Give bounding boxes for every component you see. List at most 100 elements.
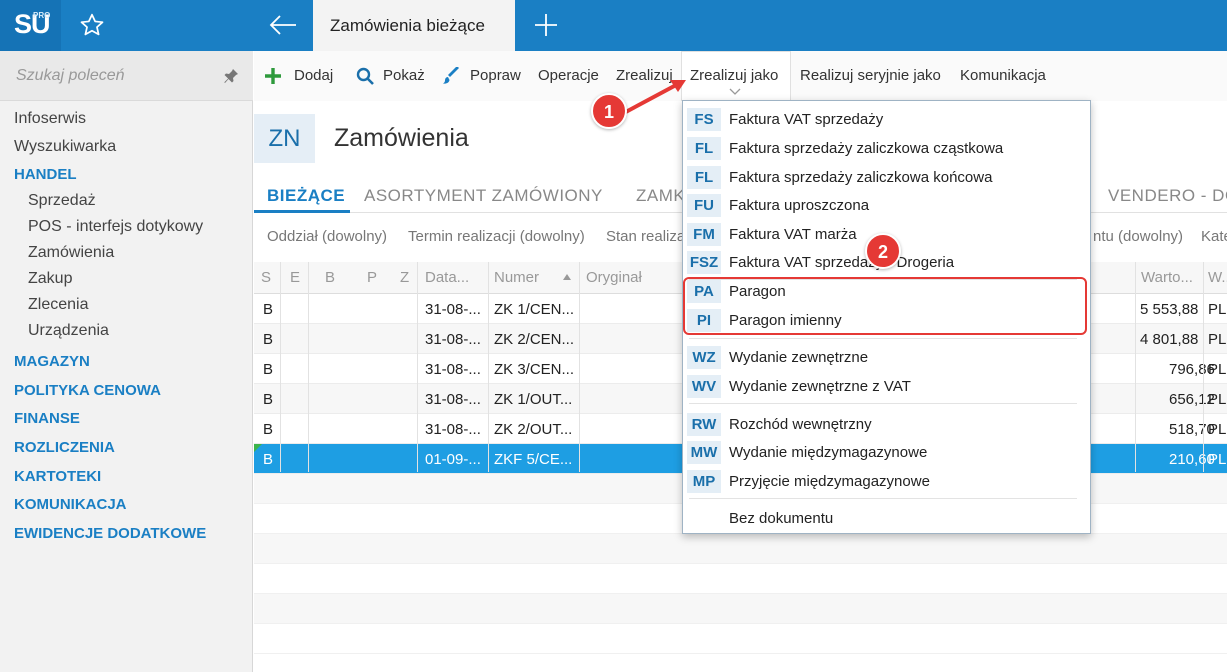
sidebar-item-urzadzenia[interactable]: Urządzenia [28,322,109,340]
tab-vendero[interactable]: VENDERO - DO [1108,186,1227,206]
menu-item-rw[interactable]: RW Rozchód wewnętrzny [683,410,1090,438]
top-bar: SU PRO Zamówienia bieżące [0,0,1227,51]
sidebar-item-zamowienia[interactable]: Zamówienia [28,244,114,262]
tab-closed[interactable]: ZAMK [636,186,685,206]
cell-number: ZKF 5/CE... [494,451,573,468]
menu-item-fl-partial[interactable]: FL Faktura sprzedaży zaliczkowa cząstkow… [683,134,1090,162]
menu-item-no-document[interactable]: Bez dokumentu [683,504,1090,532]
col-divider [1203,262,1204,472]
tab-current[interactable]: BIEŻĄCE [267,186,345,206]
sidebar-item-zlecenia[interactable]: Zlecenia [28,296,88,314]
add-button[interactable]: Dodaj [294,67,333,84]
sidebar-section-ewidencje[interactable]: EWIDENCJE DODATKOWE [14,525,206,542]
doc-code-badge: FL [687,137,721,160]
doc-code-badge: MP [687,470,721,493]
app-logo[interactable]: SU PRO [0,0,61,51]
menu-item-wv[interactable]: WV Wydanie zewnętrzne z VAT [683,372,1090,400]
doc-code-badge: MW [687,441,721,464]
search-placeholder: Szukaj poleceń [16,67,125,84]
realize-serial-button[interactable]: Realizuj seryjnie jako [800,67,941,84]
pin-icon[interactable] [223,68,239,84]
sidebar-section-polityka-cenowa[interactable]: POLITYKA CENOWA [14,382,161,399]
col-header-currency[interactable]: W... [1208,269,1227,286]
cell-number: ZK 1/CEN... [494,301,575,318]
menu-item-label: Wydanie międzymagazynowe [729,444,928,461]
realize-as-button[interactable]: Zrealizuj jako [690,67,778,84]
sidebar-section-rozliczenia[interactable]: ROZLICZENIA [14,439,115,456]
operations-button[interactable]: Operacje [538,67,599,84]
menu-item-wz[interactable]: WZ Wydanie zewnętrzne [683,343,1090,371]
menu-item-label: Faktura VAT sprzedaży - Drogeria [729,254,955,271]
col-divider [1135,262,1136,472]
col-header-original[interactable]: Oryginał [586,269,642,286]
cell-date: 31-08-... [425,361,481,378]
cell-status: B [263,361,274,378]
col-header-b[interactable]: B [325,269,335,286]
cell-currency: PL [1208,331,1227,348]
col-header-s[interactable]: S [261,269,271,286]
command-search[interactable]: Szukaj poleceń [0,51,253,101]
cell-status: B [263,331,274,348]
menu-item-mp[interactable]: MP Przyjęcie międzymagazynowe [683,467,1090,495]
menu-item-label: Faktura uproszczona [729,197,870,214]
sidebar-section-komunikacja[interactable]: KOMUNIKACJA [14,496,127,513]
new-tab-plus-icon[interactable] [533,12,559,38]
module-badge: ZN [254,114,315,163]
filter-state[interactable]: Stan realiza [606,228,685,245]
sort-up-icon [563,274,571,280]
cell-value: 5 553,88 [1140,301,1199,318]
empty-row [254,564,1227,594]
filter-due-date[interactable]: Termin realizacji (dowolny) [408,228,585,245]
brush-edit-icon [443,67,459,84]
cell-number: ZK 3/CEN... [494,361,575,378]
cell-currency: PL [1208,391,1227,408]
tab-current-orders[interactable]: Zamówienia bieżące [313,0,515,51]
filter-category[interactable]: Kate [1201,228,1227,245]
cell-status: B [263,391,274,408]
sidebar-item-wyszukiwarka[interactable]: Wyszukiwarka [14,138,116,156]
menu-item-fl-final[interactable]: FL Faktura sprzedaży zaliczkowa końcowa [683,163,1090,191]
sidebar-section-handel[interactable]: HANDEL [14,166,77,183]
col-header-e[interactable]: E [290,269,300,286]
filter-contractor[interactable]: ntu (dowolny) [1093,228,1183,245]
sidebar-item-pos[interactable]: POS - interfejs dotykowy [28,218,203,236]
cell-date: 31-08-... [425,301,481,318]
cell-status: B [263,421,274,438]
sidebar-section-kartoteki[interactable]: KARTOTEKI [14,468,101,485]
menu-item-label: Bez dokumentu [729,510,834,527]
add-plus-icon [265,68,281,84]
cell-status: B [263,301,274,318]
tab-assortment[interactable]: ASORTYMENT ZAMÓWIONY [364,186,603,206]
menu-item-fs[interactable]: FS Faktura VAT sprzedaży [683,105,1090,133]
annotation-step-1: 1 [591,93,627,129]
col-header-date[interactable]: Data... [425,269,469,286]
menu-item-fu[interactable]: FU Faktura uproszczona [683,191,1090,219]
edit-button[interactable]: Popraw [470,67,521,84]
sidebar-item-zakup[interactable]: Zakup [28,270,72,288]
doc-code-badge: WV [687,375,721,398]
filter-branch[interactable]: Oddział (dowolny) [267,228,387,245]
col-header-value[interactable]: Warto... [1141,269,1193,286]
menu-divider [689,338,1077,339]
sidebar-section-finanse[interactable]: FINANSE [14,410,80,427]
col-header-p[interactable]: P [367,269,377,286]
back-arrow-icon[interactable] [268,13,298,37]
menu-item-mw[interactable]: MW Wydanie międzymagazynowe [683,438,1090,466]
sidebar-section-magazyn[interactable]: MAGAZYN [14,353,90,370]
favorite-star-icon[interactable] [79,12,105,38]
col-header-z[interactable]: Z [400,269,409,286]
doc-code-badge: FU [687,194,721,217]
communication-button[interactable]: Komunikacja [960,67,1046,84]
annotation-step-2: 2 [865,233,901,269]
highlight-frame [683,277,1087,335]
sidebar: Szukaj poleceń Infoserwis Wyszukiwarka H… [0,51,253,672]
col-header-number[interactable]: Numer [494,269,539,286]
cell-value: 4 801,88 [1140,331,1199,348]
sidebar-item-sprzedaz[interactable]: Sprzedaż [28,192,96,210]
sidebar-item-infoserwis[interactable]: Infoserwis [14,110,86,128]
show-button[interactable]: Pokaż [383,67,425,84]
empty-row [254,534,1227,564]
col-divider [417,262,418,472]
toolbar: Dodaj Pokaż Popraw Operacje Zrealizuj Zr… [254,51,1227,101]
menu-item-label: Przyjęcie międzymagazynowe [729,473,930,490]
